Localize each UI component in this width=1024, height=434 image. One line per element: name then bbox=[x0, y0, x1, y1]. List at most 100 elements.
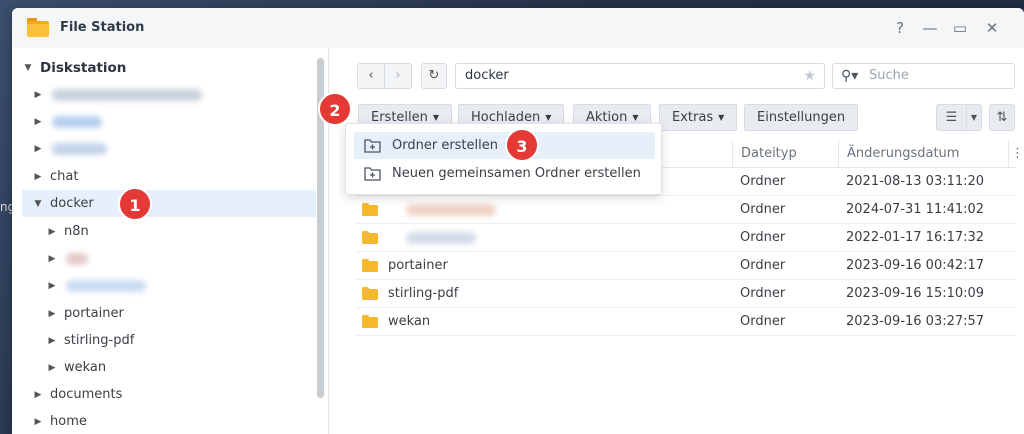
redacted-label bbox=[52, 115, 102, 128]
folder-icon bbox=[362, 287, 378, 300]
menu-item-label: Neuen gemeinsamen Ordner erstellen bbox=[392, 166, 641, 181]
cell-modified: 2021-08-13 03:11:20 bbox=[846, 174, 985, 189]
settings-button[interactable]: Einstellungen bbox=[744, 104, 859, 131]
folder-icon bbox=[362, 315, 378, 328]
menu-item-label: Ordner erstellen bbox=[392, 138, 498, 153]
tree-item-docker[interactable]: ▼ docker bbox=[22, 190, 316, 217]
tree-item-n8n[interactable]: ▶ n8n bbox=[22, 218, 316, 245]
table-row[interactable]: wekan Ordner 2023-09-16 03:27:57 bbox=[356, 308, 1016, 336]
refresh-button[interactable]: ↻ bbox=[421, 63, 447, 89]
caret-right-icon[interactable]: ▶ bbox=[46, 336, 58, 346]
caret-right-icon[interactable]: ▶ bbox=[32, 117, 44, 127]
create-dropdown-menu: Ordner erstellen Neuen gemeinsamen Ordne… bbox=[345, 123, 662, 195]
tree-item-label: chat bbox=[50, 169, 79, 184]
back-button[interactable]: ‹ bbox=[357, 63, 385, 89]
tree-item-label: n8n bbox=[64, 224, 89, 239]
tree-item-redacted-4[interactable]: ▶ bbox=[22, 245, 316, 272]
search-input[interactable]: ⚲▾ Suche bbox=[832, 63, 1015, 89]
table-row[interactable]: portainer Ordner 2023-09-16 00:42:17 bbox=[356, 252, 1016, 280]
cell-type: Ordner bbox=[740, 258, 786, 273]
cell-name: portainer bbox=[388, 258, 448, 273]
maximize-icon[interactable]: ▭ bbox=[950, 18, 970, 38]
file-list-panel: ‹ › ↻ docker ★ ⚲▾ Suche Erstellen ▼ Hochl… bbox=[330, 48, 1024, 434]
tree-item-label: portainer bbox=[64, 306, 124, 321]
column-header-type[interactable]: Dateityp bbox=[732, 140, 838, 168]
tree-item-redacted-5[interactable]: ▶ bbox=[22, 272, 316, 299]
tree-root-label: Diskstation bbox=[40, 59, 127, 76]
cell-modified: 2023-09-16 15:10:09 bbox=[846, 286, 985, 301]
caret-right-icon[interactable]: ▶ bbox=[32, 172, 44, 182]
tree-item-label: stirling-pdf bbox=[64, 333, 135, 348]
tree-item-stirling-pdf[interactable]: ▶ stirling-pdf bbox=[22, 327, 316, 354]
minimize-icon[interactable]: — bbox=[920, 18, 940, 38]
redacted-label bbox=[52, 142, 107, 155]
tree-item-wekan[interactable]: ▶ wekan bbox=[22, 354, 316, 381]
cell-type: Ordner bbox=[740, 314, 786, 329]
caret-right-icon[interactable]: ▶ bbox=[46, 281, 58, 291]
chevron-down-icon: ▼ bbox=[545, 113, 552, 122]
column-options-icon[interactable]: ⋮ bbox=[1008, 140, 1024, 168]
star-icon[interactable]: ★ bbox=[803, 64, 816, 88]
search-icon: ⚲▾ bbox=[841, 68, 859, 84]
caret-right-icon[interactable]: ▶ bbox=[46, 254, 58, 264]
caret-right-icon[interactable]: ▶ bbox=[32, 417, 44, 427]
add-folder-icon bbox=[364, 139, 381, 153]
view-dropdown-icon[interactable]: ▼ bbox=[966, 104, 982, 131]
sort-icon[interactable]: ⇅ bbox=[989, 104, 1015, 131]
cell-modified: 2024-07-31 11:41:02 bbox=[846, 202, 985, 217]
tree-item-home[interactable]: ▶ home bbox=[22, 408, 316, 434]
chevron-down-icon: ▼ bbox=[632, 113, 639, 122]
caret-down-icon[interactable]: ▼ bbox=[32, 199, 44, 209]
caret-right-icon[interactable]: ▶ bbox=[32, 390, 44, 400]
menu-item-create-shared-folder[interactable]: Neuen gemeinsamen Ordner erstellen bbox=[354, 160, 655, 187]
redacted-label bbox=[406, 204, 496, 216]
tree-item-redacted-1[interactable]: ▶ bbox=[22, 81, 316, 108]
caret-right-icon[interactable]: ▶ bbox=[46, 363, 58, 373]
search-placeholder: Suche bbox=[869, 68, 909, 83]
chevron-down-icon: ▼ bbox=[718, 113, 725, 122]
tree-root-diskstation[interactable]: ▼ Diskstation bbox=[22, 54, 316, 81]
settings-button-label: Einstellungen bbox=[757, 110, 846, 125]
cell-name: stirling-pdf bbox=[388, 286, 459, 301]
redacted-label bbox=[52, 88, 202, 101]
tree-item-redacted-3[interactable]: ▶ bbox=[22, 135, 316, 162]
folder-icon bbox=[362, 259, 378, 272]
tree-item-label: documents bbox=[50, 387, 123, 402]
path-input[interactable]: docker ★ bbox=[455, 63, 825, 89]
table-row[interactable]: Ordner 2022-01-17 16:17:32 bbox=[356, 224, 1016, 252]
tree-item-label: wekan bbox=[64, 360, 107, 375]
redacted-label bbox=[66, 279, 146, 292]
table-row[interactable]: stirling-pdf Ordner 2023-09-16 15:10:09 bbox=[356, 280, 1016, 308]
caret-right-icon[interactable]: ▶ bbox=[46, 227, 58, 237]
folder-tree-sidebar: ▼ Diskstation ▶ ▶ ▶ ▶ chat ▼ docker ▶ n8… bbox=[12, 48, 329, 434]
step-badge-2: 2 bbox=[318, 92, 352, 126]
extras-button[interactable]: Extras ▼ bbox=[659, 104, 738, 131]
folder-icon bbox=[362, 203, 378, 216]
tree-item-label: docker bbox=[50, 196, 94, 211]
folder-icon bbox=[362, 231, 378, 244]
cell-type: Ordner bbox=[740, 286, 786, 301]
list-view-icon[interactable]: ☰ bbox=[936, 104, 967, 131]
redacted-label bbox=[66, 252, 88, 265]
redacted-label bbox=[406, 232, 476, 244]
chevron-down-icon: ▼ bbox=[432, 113, 440, 122]
forward-button[interactable]: › bbox=[384, 63, 412, 89]
tree-item-redacted-2[interactable]: ▶ bbox=[22, 108, 316, 135]
caret-down-icon[interactable]: ▼ bbox=[22, 63, 34, 73]
caret-right-icon[interactable]: ▶ bbox=[32, 90, 44, 100]
cell-type: Ordner bbox=[740, 230, 786, 245]
caret-right-icon[interactable]: ▶ bbox=[32, 144, 44, 154]
table-row[interactable]: Ordner 2024-07-31 11:41:02 bbox=[356, 196, 1016, 224]
column-header-modified[interactable]: Änderungsdatum bbox=[838, 140, 1008, 168]
tree-item-documents[interactable]: ▶ documents bbox=[22, 381, 316, 408]
tree-item-chat[interactable]: ▶ chat bbox=[22, 163, 316, 190]
close-icon[interactable]: ✕ bbox=[982, 18, 1002, 38]
file-station-window: File Station ? — ▭ ✕ ▼ Diskstation ▶ ▶ ▶… bbox=[12, 8, 1024, 434]
help-icon[interactable]: ? bbox=[890, 18, 910, 38]
caret-right-icon[interactable]: ▶ bbox=[46, 309, 58, 319]
step-badge-3: 3 bbox=[505, 128, 539, 162]
tree-item-label: home bbox=[50, 414, 87, 429]
window-title: File Station bbox=[60, 20, 145, 35]
tree-item-portainer[interactable]: ▶ portainer bbox=[22, 300, 316, 327]
cell-name: wekan bbox=[388, 314, 431, 329]
